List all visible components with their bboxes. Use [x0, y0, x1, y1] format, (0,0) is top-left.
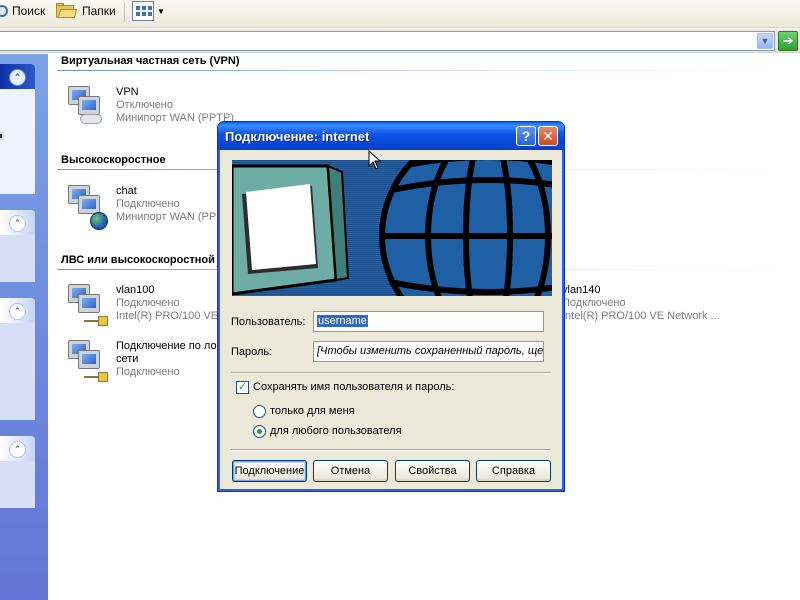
- lan-connection-icon: [62, 340, 108, 386]
- help-caption-button[interactable]: ?: [516, 126, 536, 146]
- collapse-icon[interactable]: ⌃: [9, 441, 26, 458]
- task-pane-header[interactable]: ⌃: [0, 64, 35, 89]
- vpn-connection-icon: [62, 86, 108, 132]
- help-button[interactable]: Справка: [476, 460, 551, 482]
- task-pane-header[interactable]: ⌃: [0, 210, 35, 235]
- cancel-button[interactable]: Отмена: [313, 460, 388, 482]
- save-credentials-checkbox[interactable]: ✓: [236, 381, 249, 394]
- dialog-separator: [231, 449, 551, 451]
- address-input[interactable]: ▼: [0, 31, 775, 51]
- go-button[interactable]: ➔: [778, 31, 798, 51]
- arrow-right-icon: ➔: [782, 33, 794, 48]
- task-pane: ⌃ ⌃ ⌃ ⌃: [0, 54, 48, 600]
- connection-chat[interactable]: chat Подключено Минипорт WAN (PPPOE): [62, 185, 243, 231]
- task-pane-mark: [0, 134, 2, 138]
- monitor-icon: [232, 164, 350, 296]
- username-input[interactable]: username: [313, 311, 544, 332]
- radio-any-user[interactable]: [253, 425, 266, 438]
- connection-name: VPN: [116, 86, 139, 98]
- globe-icon: [379, 160, 552, 296]
- radio-only-me-label: только для меня: [270, 405, 355, 417]
- connect-dialog: Подключение: internet ? ✕ Пользователь: …: [217, 121, 565, 492]
- toolbar-separator: [124, 2, 125, 22]
- password-label: Пароль:: [231, 346, 273, 358]
- question-icon: ?: [521, 128, 531, 144]
- folders-label: Папки: [82, 4, 116, 18]
- connection-device: Intel(R) PRO/100 VE Network ...: [562, 310, 720, 322]
- collapse-icon[interactable]: ⌃: [9, 215, 26, 232]
- banner-illustration: [232, 160, 552, 296]
- connection-status: Подключено: [562, 297, 626, 309]
- lan-connection-icon: [62, 284, 108, 330]
- dialog-banner: [232, 160, 552, 296]
- properties-button[interactable]: Свойства: [395, 460, 470, 482]
- task-pane-box-other-places: ⌃: [0, 298, 35, 420]
- collapse-icon[interactable]: ⌃: [9, 69, 26, 86]
- connect-button[interactable]: Подключение: [232, 460, 307, 482]
- folder-icon: [56, 3, 78, 19]
- check-icon: ✓: [237, 381, 248, 393]
- connection-vpn[interactable]: VPN Отключено Минипорт WAN (PPTP): [62, 86, 234, 132]
- search-button[interactable]: Поиск: [0, 0, 45, 22]
- task-pane-box-network-tasks: ⌃: [0, 64, 35, 194]
- search-icon: [0, 5, 8, 17]
- task-pane-box-details: ⌃: [0, 436, 35, 508]
- connection-name: vlan140: [562, 284, 601, 296]
- dialog-title: Подключение: internet: [225, 129, 370, 144]
- radio-any-user-label: для любого пользователя: [270, 425, 402, 437]
- task-pane-box-see-also: ⌃: [0, 210, 35, 282]
- views-icon: [132, 1, 154, 21]
- password-input[interactable]: [Чтобы изменить сохраненный пароль, ще.: [313, 341, 544, 362]
- group-divider: [57, 70, 800, 71]
- mouse-pointer-icon: [368, 150, 382, 170]
- close-button[interactable]: ✕: [538, 126, 558, 146]
- dialog-title-bar[interactable]: Подключение: internet ? ✕: [218, 122, 564, 150]
- task-pane-header[interactable]: ⌃: [0, 436, 35, 461]
- broadband-connection-icon: [62, 185, 108, 231]
- group-header-highspeed: Высокоскоростное: [61, 154, 166, 166]
- toolbar: Поиск Папки ▼: [0, 0, 800, 28]
- views-button[interactable]: ▼: [132, 0, 165, 22]
- group-header-vpn: Виртуальная частная сеть (VPN): [61, 55, 240, 67]
- views-dropdown-icon[interactable]: ▼: [157, 7, 165, 16]
- task-pane-header[interactable]: ⌃: [0, 298, 35, 323]
- user-label: Пользователь:: [231, 316, 306, 328]
- address-bar: ▼ ➔: [0, 29, 800, 53]
- radio-only-me[interactable]: [253, 405, 266, 418]
- chevron-down-icon[interactable]: ▼: [757, 33, 773, 49]
- dialog-separator: [231, 372, 551, 374]
- save-credentials-label: Сохранять имя пользователя и пароль:: [253, 381, 455, 393]
- collapse-icon[interactable]: ⌃: [9, 303, 26, 320]
- connection-status: Отключено: [116, 99, 173, 111]
- close-icon: ✕: [542, 127, 554, 144]
- search-label: Поиск: [12, 4, 46, 18]
- password-value: [Чтобы изменить сохраненный пароль, ще.: [317, 345, 544, 357]
- connection-device: Минипорт WAN (PPTP): [116, 112, 234, 124]
- username-value: username: [317, 315, 368, 327]
- folders-button[interactable]: Папки: [56, 0, 116, 22]
